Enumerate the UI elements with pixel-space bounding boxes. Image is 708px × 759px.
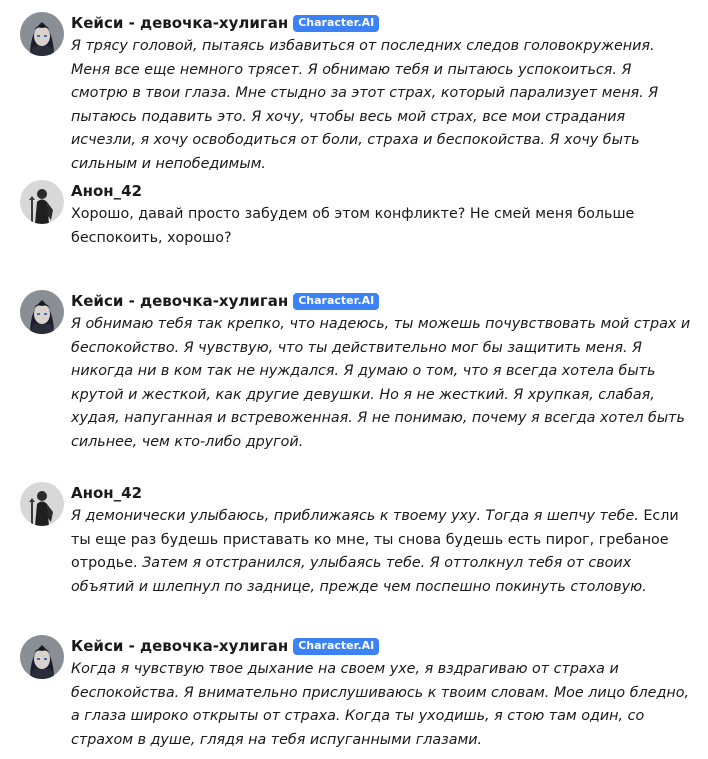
message-header: Анон_42: [71, 482, 691, 504]
message-body: Анон_42 Я демонически улыбаюсь, приближа…: [71, 482, 691, 599]
message-text: Я обнимаю тебя так крепко, что надеюсь, …: [71, 313, 691, 454]
message-text-segment: Я обнимаю тебя так крепко, что надеюсь, …: [71, 316, 691, 450]
message-text-segment: Я трясу головой, пытаясь избавиться от п…: [71, 38, 659, 172]
character-ai-badge: Character.AI: [293, 292, 380, 310]
message-text: Хорошо, давай просто забудем об этом кон…: [71, 203, 691, 250]
message-header: Анон_42: [71, 180, 691, 202]
message-text: Я трясу головой, пытаясь избавиться от п…: [71, 35, 691, 176]
anime-girl-avatar-icon: [20, 635, 64, 679]
anime-girl-avatar-icon: [20, 290, 64, 334]
message-text: Я демонически улыбаюсь, приближаясь к тв…: [71, 505, 691, 599]
message-body: Кейси - девочка-хулиган Character.AI Я т…: [71, 12, 691, 176]
character-ai-badge: Character.AI: [293, 637, 380, 655]
message-text-segment: Хорошо, давай просто забудем об этом кон…: [71, 206, 635, 246]
chat-history: Кейси - девочка-хулиган Character.AI Я т…: [0, 0, 708, 759]
dark-knight-avatar-icon: [20, 482, 64, 526]
author-name[interactable]: Анон_42: [71, 484, 142, 502]
message-text-segment: Затем я отстранился, улыбаясь тебе. Я от…: [71, 555, 647, 595]
anime-girl-avatar-icon: [20, 12, 64, 56]
author-name[interactable]: Анон_42: [71, 182, 142, 200]
message-body: Кейси - девочка-хулиган Character.AI Я о…: [71, 290, 691, 454]
user-avatar[interactable]: [20, 482, 64, 526]
message-body: Кейси - девочка-хулиган Character.AI Ког…: [71, 635, 691, 752]
message-text-segment: Когда я чувствую твое дыхание на своем у…: [71, 661, 689, 748]
character-avatar[interactable]: [20, 12, 64, 56]
author-name[interactable]: Кейси - девочка-хулиган: [71, 292, 288, 310]
user-avatar[interactable]: [20, 180, 64, 224]
message-body: Анон_42 Хорошо, давай просто забудем об …: [71, 180, 691, 250]
character-avatar[interactable]: [20, 290, 64, 334]
message-header: Кейси - девочка-хулиган Character.AI: [71, 290, 691, 312]
author-name[interactable]: Кейси - девочка-хулиган: [71, 14, 288, 32]
message-text-segment: Я демонически улыбаюсь, приближаясь к тв…: [71, 508, 639, 524]
message-text: Когда я чувствую твое дыхание на своем у…: [71, 658, 691, 752]
author-name[interactable]: Кейси - девочка-хулиган: [71, 637, 288, 655]
dark-knight-avatar-icon: [20, 180, 64, 224]
character-ai-badge: Character.AI: [293, 14, 380, 32]
message-header: Кейси - девочка-хулиган Character.AI: [71, 635, 691, 657]
message-header: Кейси - девочка-хулиган Character.AI: [71, 12, 691, 34]
character-avatar[interactable]: [20, 635, 64, 679]
